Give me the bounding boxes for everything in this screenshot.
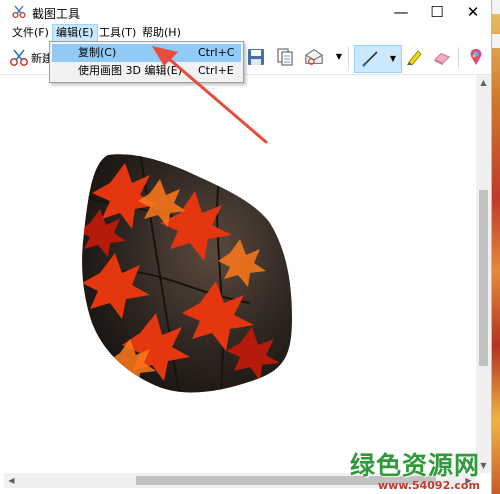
watermark-title: 绿色资源网: [350, 451, 481, 480]
menu-item-shortcut: Ctrl+C: [198, 46, 235, 59]
menu-bar: 文件(F) 编辑(E) 工具(T) 帮助(H): [0, 24, 491, 42]
snip-canvas: [4, 75, 476, 473]
pen-icon: [362, 51, 378, 67]
menu-tools[interactable]: 工具(T): [96, 25, 139, 41]
menu-item-label: 复制(C): [78, 46, 117, 59]
menu-edit[interactable]: 编辑(E): [52, 24, 98, 42]
send-email-icon[interactable]: [304, 47, 324, 67]
window-title: 截图工具: [32, 7, 81, 21]
scissors-icon: [10, 49, 28, 66]
vertical-scrollbar[interactable]: ▲ ▼: [476, 75, 491, 473]
site-watermark: 绿色资源网 www.54092.com: [350, 446, 495, 492]
save-icon[interactable]: [246, 47, 266, 67]
eraser-icon[interactable]: [432, 47, 452, 67]
edit-menu-dropdown: 复制(C) Ctrl+C 使用画图 3D 编辑(E) Ctrl+E: [49, 41, 244, 83]
vertical-scroll-thumb[interactable]: [479, 190, 488, 366]
menu-file[interactable]: 文件(F): [9, 25, 52, 41]
scroll-up-icon[interactable]: ▲: [476, 75, 491, 90]
pen-tool-button[interactable]: ▼: [354, 45, 402, 73]
close-icon: ✕: [466, 3, 480, 21]
menu-help[interactable]: 帮助(H): [139, 25, 184, 41]
send-dropdown-icon[interactable]: ▼: [335, 52, 343, 62]
maximize-button[interactable]: ☐: [419, 0, 455, 24]
menu-item-label: 使用画图 3D 编辑(E): [78, 64, 182, 77]
menu-item-shortcut: Ctrl+E: [198, 64, 234, 77]
menu-item-copy[interactable]: 复制(C) Ctrl+C: [52, 44, 241, 62]
background-window-strip: [491, 0, 500, 494]
toolbar-separator: [458, 47, 459, 69]
copy-icon[interactable]: [275, 47, 295, 67]
maximize-icon: ☐: [430, 3, 444, 21]
minimize-button[interactable]: —: [383, 0, 419, 24]
scissors-icon: [12, 5, 26, 19]
close-button[interactable]: ✕: [455, 0, 491, 24]
pen-dropdown-icon[interactable]: ▼: [389, 54, 397, 64]
background-window-edge: [491, 34, 500, 48]
scroll-left-icon[interactable]: ◀: [4, 473, 19, 488]
minimize-icon: —: [393, 3, 409, 21]
title-bar[interactable]: 截图工具 — ☐ ✕: [0, 0, 491, 24]
highlighter-icon[interactable]: [404, 47, 424, 67]
background-window-edge: [491, 0, 500, 14]
menu-item-edit-with-paint-3d[interactable]: 使用画图 3D 编辑(E) Ctrl+E: [52, 62, 241, 80]
captured-leaves-image: [82, 154, 292, 393]
toolbar-separator: [348, 47, 349, 69]
paint-3d-icon[interactable]: [466, 47, 486, 67]
screen: 截图工具 — ☐ ✕ 文件(F) 编辑(E) 工具(T) 帮助(H) 新建 ▼ …: [0, 0, 500, 494]
watermark-url: www.54092.com: [378, 479, 480, 492]
snipping-tool-window: 截图工具 — ☐ ✕ 文件(F) 编辑(E) 工具(T) 帮助(H) 新建 ▼ …: [0, 0, 492, 494]
